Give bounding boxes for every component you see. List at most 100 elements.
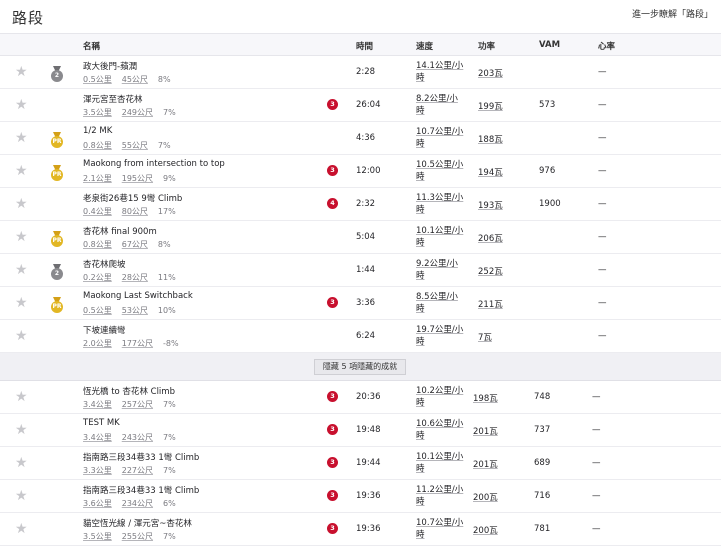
col-name[interactable]: 名稱 bbox=[83, 40, 100, 52]
segment-power: 198瓦 bbox=[473, 394, 498, 404]
segment-time: 26:04 bbox=[356, 100, 381, 110]
segment-row[interactable]: ★ 指南路三段34巷33 1彎 Climb 3.3公里 227公尺 7% 3 19:44 10… bbox=[0, 447, 721, 480]
segment-elevation: 257公尺 bbox=[121, 400, 154, 409]
segment-stats: 2.0公里 177公尺 -8% bbox=[83, 338, 189, 349]
segment-time: 20:36 bbox=[356, 392, 381, 402]
segment-speed: 10.1公里/小時 bbox=[416, 452, 464, 474]
star-icon[interactable]: ★ bbox=[15, 329, 29, 343]
segment-grade: 7% bbox=[163, 400, 176, 409]
segment-name-link[interactable]: 老泉街26巷15 9彎 Climb bbox=[83, 192, 182, 204]
segment-power: 201瓦 bbox=[473, 427, 498, 437]
star-icon[interactable]: ★ bbox=[15, 197, 29, 211]
segment-elevation: 227公尺 bbox=[121, 466, 154, 475]
star-icon[interactable]: ★ bbox=[15, 230, 29, 244]
segment-heart-rate: — bbox=[592, 524, 601, 534]
climb-category-badge: 3 bbox=[327, 297, 338, 308]
segment-stats: 0.5公里 45公尺 8% bbox=[83, 74, 181, 85]
segment-speed: 10.2公里/小時 bbox=[416, 386, 464, 408]
climb-category-badge: 4 bbox=[327, 198, 338, 209]
segment-time: 19:48 bbox=[356, 425, 381, 435]
segment-power: 199瓦 bbox=[478, 102, 503, 112]
segment-distance: 0.2公里 bbox=[83, 273, 112, 282]
segment-power: 200瓦 bbox=[473, 526, 498, 536]
star-icon[interactable]: ★ bbox=[15, 456, 29, 470]
segment-stats: 3.6公里 234公尺 6% bbox=[83, 498, 186, 509]
climb-category-badge: 3 bbox=[327, 391, 338, 402]
star-icon[interactable]: ★ bbox=[15, 263, 29, 277]
segment-row[interactable]: ★ PR Maokong from intersection to top 2.1公里… bbox=[0, 155, 721, 188]
segment-name-link[interactable]: 1/2 MK bbox=[83, 126, 112, 136]
segment-power: 194瓦 bbox=[478, 168, 503, 178]
segment-elevation: 195公尺 bbox=[121, 174, 154, 183]
segment-power: 200瓦 bbox=[473, 493, 498, 503]
segment-grade: 11% bbox=[157, 273, 176, 282]
segment-row[interactable]: ★ 恆光橋 to 杏花林 Climb 3.4公里 257公尺 7% 3 20:36 10.2公… bbox=[0, 381, 721, 414]
star-icon[interactable]: ★ bbox=[15, 296, 29, 310]
col-vam[interactable]: VAM bbox=[539, 40, 560, 50]
segment-row[interactable]: ★ TEST MK 3.4公里 243公尺 7% 3 19:48 10.6公里/小時 201瓦 7… bbox=[0, 414, 721, 447]
silver-medal-icon: 2 bbox=[51, 66, 63, 82]
col-speed[interactable]: 速度 bbox=[416, 40, 433, 52]
star-icon[interactable]: ★ bbox=[15, 65, 29, 79]
segment-row[interactable]: ★ 指南路三段34巷33 1彎 Climb 3.6公里 234公尺 6% 3 19:36 11… bbox=[0, 480, 721, 513]
learn-more-link[interactable]: 進一步瞭解「路段」 bbox=[632, 7, 713, 20]
star-icon[interactable]: ★ bbox=[15, 131, 29, 145]
star-icon[interactable]: ★ bbox=[15, 489, 29, 503]
segment-row[interactable]: ★ 貓空恆光線 / 渾元宮~杏花林 3.5公里 255公尺 7% 3 19:36 10.7公里… bbox=[0, 513, 721, 546]
star-icon[interactable]: ★ bbox=[15, 390, 29, 404]
segment-time: 3:36 bbox=[356, 298, 376, 308]
segment-name-link[interactable]: 恆光橋 to 杏花林 Climb bbox=[83, 385, 175, 397]
segment-name-link[interactable]: 下坡連續彎 bbox=[83, 324, 126, 336]
segment-distance: 3.3公里 bbox=[83, 466, 112, 475]
segment-vam: 573 bbox=[539, 100, 556, 110]
climb-category-badge: 3 bbox=[327, 457, 338, 468]
col-time[interactable]: 時間 bbox=[356, 40, 373, 52]
star-icon[interactable]: ★ bbox=[15, 164, 29, 178]
segment-row[interactable]: ★ 下坡連續彎 2.0公里 177公尺 -8% 6:24 19.7公里/小時 7瓦 — bbox=[0, 320, 721, 353]
segment-name-link[interactable]: Maokong from intersection to top bbox=[83, 159, 225, 169]
pr-medal-icon: PR bbox=[51, 165, 63, 181]
segment-time: 19:36 bbox=[356, 524, 381, 534]
segment-distance: 0.8公里 bbox=[83, 240, 112, 249]
segment-name-link[interactable]: 貓空恆光線 / 渾元宮~杏花林 bbox=[83, 517, 192, 529]
segment-distance: 3.5公里 bbox=[83, 532, 112, 541]
segment-row[interactable]: ★ 老泉街26巷15 9彎 Climb 0.4公里 80公尺 17% 4 2:32 11.3公… bbox=[0, 188, 721, 221]
col-hr[interactable]: 心率 bbox=[598, 40, 615, 52]
segment-name-link[interactable]: 渾元宮至杏花林 bbox=[83, 93, 143, 105]
star-icon[interactable]: ★ bbox=[15, 423, 29, 437]
segment-power: 206瓦 bbox=[478, 234, 503, 244]
segment-distance: 2.1公里 bbox=[83, 174, 112, 183]
segment-row[interactable]: ★ 渾元宮至杏花林 3.5公里 249公尺 7% 3 26:04 8.2公里/小時 199瓦 57… bbox=[0, 89, 721, 122]
segment-name-link[interactable]: 指南路三段34巷33 1彎 Climb bbox=[83, 451, 199, 463]
climb-category-badge: 3 bbox=[327, 99, 338, 110]
segment-name-link[interactable]: TEST MK bbox=[83, 418, 120, 428]
segment-row[interactable]: ★ PR 1/2 MK 0.8公里 55公尺 7% 4:36 10.7公里/小時 188瓦 — bbox=[0, 122, 721, 155]
segment-time: 1:44 bbox=[356, 265, 376, 275]
segment-grade: 9% bbox=[163, 174, 176, 183]
segment-row[interactable]: ★ PR 杏花林 final 900m 0.8公里 67公尺 8% 5:04 10.1公里/小… bbox=[0, 221, 721, 254]
segment-speed: 10.6公里/小時 bbox=[416, 419, 464, 441]
segment-time: 12:00 bbox=[356, 166, 381, 176]
segment-grade: -8% bbox=[163, 339, 179, 348]
star-icon[interactable]: ★ bbox=[15, 98, 29, 112]
segment-row[interactable]: ★ 2 杏花林爬坡 0.2公里 28公尺 11% 1:44 9.2公里/小時 252瓦 — bbox=[0, 254, 721, 287]
segment-row[interactable]: ★ 2 政大後門-蘋潤 0.5公里 45公尺 8% 2:28 14.1公里/小時 203瓦 — bbox=[0, 56, 721, 89]
segment-name-link[interactable]: Maokong Last Switchback bbox=[83, 291, 193, 301]
segment-grade: 10% bbox=[157, 306, 176, 315]
segment-power: 211瓦 bbox=[478, 300, 503, 310]
segment-stats: 3.5公里 249公尺 7% bbox=[83, 107, 186, 118]
segment-heart-rate: — bbox=[598, 298, 607, 308]
segment-stats: 3.3公里 227公尺 7% bbox=[83, 465, 186, 476]
segment-row[interactable]: ★ PR Maokong Last Switchback 0.5公里 53公尺 10% 3 3… bbox=[0, 287, 721, 320]
col-power[interactable]: 功率 bbox=[478, 40, 495, 52]
segment-distance: 3.4公里 bbox=[83, 433, 112, 442]
segment-speed: 8.2公里/小時 bbox=[416, 94, 458, 116]
segment-elevation: 67公尺 bbox=[121, 240, 148, 249]
segment-grade: 6% bbox=[163, 499, 176, 508]
hide-efforts-button[interactable]: 隱藏 5 項隱藏的成就 bbox=[314, 359, 406, 375]
segment-name-link[interactable]: 杏花林爬坡 bbox=[83, 258, 126, 270]
segment-name-link[interactable]: 指南路三段34巷33 1彎 Climb bbox=[83, 484, 199, 496]
segment-name-link[interactable]: 杏花林 final 900m bbox=[83, 225, 157, 237]
segment-name-link[interactable]: 政大後門-蘋潤 bbox=[83, 60, 137, 72]
star-icon[interactable]: ★ bbox=[15, 522, 29, 536]
